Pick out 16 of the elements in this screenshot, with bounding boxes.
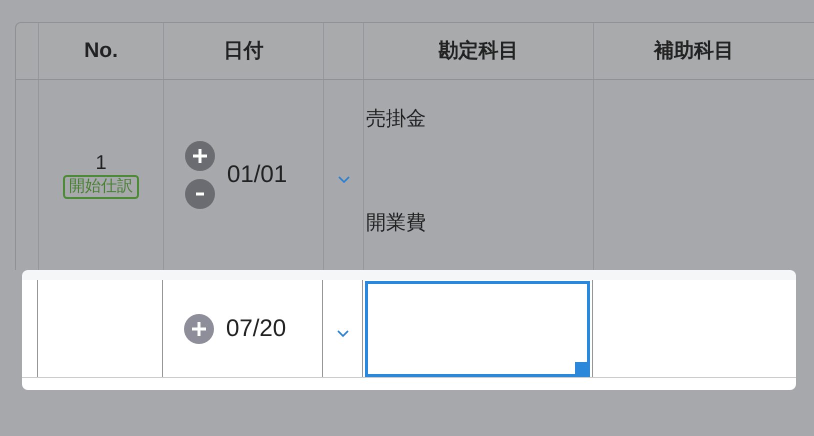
minus-icon[interactable]	[185, 179, 215, 209]
entry-number: 1	[95, 151, 107, 175]
account-name: 開業費	[365, 211, 427, 236]
column-header: No.	[84, 38, 118, 64]
column-header: 日付	[224, 39, 264, 64]
account-input-field[interactable]	[365, 280, 590, 376]
column-header: 勘定科目	[438, 38, 518, 64]
plus-icon[interactable]	[184, 314, 214, 344]
date-text: 01/01	[227, 160, 288, 190]
resize-handle-icon[interactable]	[575, 362, 587, 374]
opening-entry-tag: 開始仕訳	[63, 175, 139, 199]
chevron-down-icon[interactable]	[336, 330, 348, 338]
account-name: 売掛金	[365, 107, 427, 132]
plus-icon[interactable]	[185, 141, 215, 171]
column-header: 補助科目	[654, 39, 734, 64]
date-text: 07/20	[226, 314, 286, 344]
